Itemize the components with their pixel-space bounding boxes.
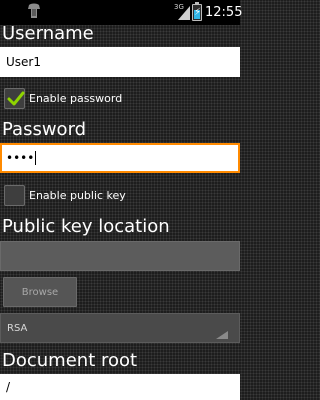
status-time: 12:55 — [205, 5, 243, 20]
password-label: Password — [2, 119, 87, 140]
key-type-spinner[interactable]: RSA — [0, 313, 240, 343]
username-value: User1 — [6, 55, 41, 69]
username-label: Username — [2, 23, 94, 44]
password-input[interactable]: •••• — [0, 143, 240, 173]
battery-icon: ⚡ — [192, 4, 202, 21]
public-key-location-input[interactable] — [0, 241, 240, 271]
enable-public-key-checkbox[interactable] — [4, 185, 25, 206]
username-input[interactable]: User1 — [0, 47, 240, 77]
enable-password-checkbox[interactable] — [4, 88, 25, 109]
document-root-input[interactable]: / — [0, 374, 240, 400]
public-key-location-label: Public key location — [2, 216, 170, 237]
charging-icon: ⚡ — [194, 7, 202, 18]
enable-password-label: Enable password — [29, 92, 123, 105]
enable-public-key-label: Enable public key — [29, 189, 126, 202]
password-value: •••• — [6, 151, 35, 165]
notification-icon — [26, 3, 42, 21]
document-root-label: Document root — [2, 350, 138, 371]
browse-button[interactable]: Browse — [3, 277, 77, 307]
text-cursor — [35, 151, 37, 165]
dropdown-arrow-icon — [216, 324, 228, 339]
document-root-value: / — [6, 380, 11, 394]
key-type-selected: RSA — [7, 322, 28, 334]
signal-strength-icon: 3G — [174, 3, 190, 21]
checkmark-icon — [7, 91, 25, 106]
